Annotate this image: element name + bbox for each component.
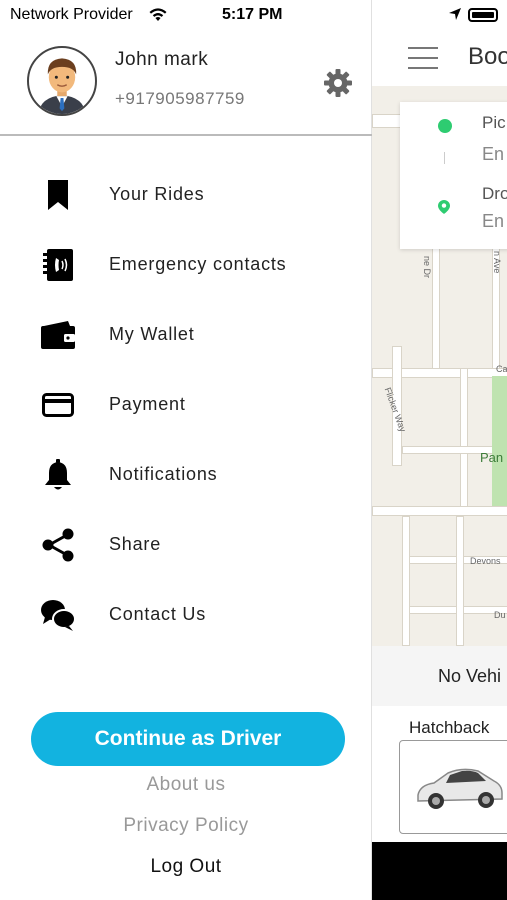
avatar[interactable] [27, 46, 97, 116]
menu-item-emergency-contacts[interactable]: Emergency contacts [0, 230, 372, 300]
menu-item-contact-us[interactable]: Contact Us [0, 580, 372, 650]
map-view[interactable]: ne Dr n Ave Ca Flicker Way Pan Devons Du… [372, 86, 507, 646]
map-label-park: Pan [480, 450, 504, 465]
route-connector [444, 152, 445, 164]
location-arrow-icon [449, 8, 461, 20]
carrier-name: Network Provider [10, 6, 133, 23]
bell-icon [40, 458, 76, 492]
vehicle-selector: Hatchback [372, 706, 507, 842]
menu-item-share[interactable]: Share [0, 510, 372, 580]
menu-item-label: Share [109, 534, 162, 554]
drop-pin-icon [438, 200, 450, 214]
menu-item-label: My Wallet [109, 324, 195, 344]
side-drawer: Network Provider 5:17 PM John mark +9179… [0, 0, 372, 900]
route-card[interactable]: Pic En Dro En [400, 102, 507, 249]
map-label-street: Devons [470, 556, 501, 566]
map-label-street: Du [494, 610, 506, 620]
pickup-label: Pic [482, 113, 506, 132]
map-label-street: ne Dr [422, 256, 432, 279]
continue-as-driver-button[interactable]: Continue as Driver [31, 712, 345, 766]
drop-field[interactable]: En [482, 211, 504, 232]
menu-item-label: Emergency contacts [109, 254, 287, 274]
credit-card-icon [40, 388, 76, 422]
hamburger-menu-icon[interactable] [408, 47, 438, 69]
background-page-title: Boo [468, 43, 507, 70]
vehicle-type-label: Hatchback [409, 718, 490, 737]
battery-icon [468, 8, 498, 22]
pickup-dot-icon [438, 119, 452, 133]
gear-icon[interactable] [323, 68, 353, 98]
log-out-button[interactable]: Log Out [0, 856, 372, 878]
background-booking-screen: Boo ne Dr n Ave Ca Flicker Way Pan Devon… [372, 0, 507, 900]
profile-header[interactable]: John mark +917905987759 [0, 30, 372, 136]
menu-item-label: Contact Us [109, 604, 207, 624]
status-time: 5:17 PM [222, 6, 283, 23]
user-avatar-icon [38, 58, 86, 114]
phone-book-icon [40, 248, 76, 282]
map-label-street: Ca [496, 364, 507, 374]
chat-bubbles-icon [40, 598, 76, 632]
pickup-field[interactable]: En [482, 144, 504, 165]
wallet-icon [40, 318, 76, 352]
user-phone: +917905987759 [115, 89, 245, 108]
vehicle-status-bar: No Vehi [372, 646, 507, 706]
bookmark-icon [40, 178, 76, 212]
user-name: John mark [115, 49, 209, 70]
share-icon [40, 528, 76, 562]
bottom-bar [372, 842, 507, 900]
menu-item-your-rides[interactable]: Your Rides [0, 160, 372, 230]
menu-item-label: Payment [109, 394, 186, 414]
car-icon [417, 768, 503, 809]
background-status-bar [372, 0, 507, 30]
background-header: Boo [372, 30, 507, 86]
menu-item-label: Your Rides [109, 184, 205, 204]
menu-item-payment[interactable]: Payment [0, 370, 372, 440]
about-us-link[interactable]: About us [0, 774, 372, 796]
menu-item-notifications[interactable]: Notifications [0, 440, 372, 510]
map-label-street: n Ave [492, 251, 502, 274]
wifi-icon [149, 8, 167, 21]
menu-item-label: Notifications [109, 464, 218, 484]
vehicle-status-text: No Vehi [438, 666, 502, 686]
menu-item-my-wallet[interactable]: My Wallet [0, 300, 372, 370]
drop-label: Dro [482, 184, 507, 203]
privacy-policy-link[interactable]: Privacy Policy [0, 815, 372, 837]
vehicle-card-hatchback[interactable] [399, 740, 507, 834]
status-bar: Network Provider 5:17 PM [0, 0, 372, 30]
